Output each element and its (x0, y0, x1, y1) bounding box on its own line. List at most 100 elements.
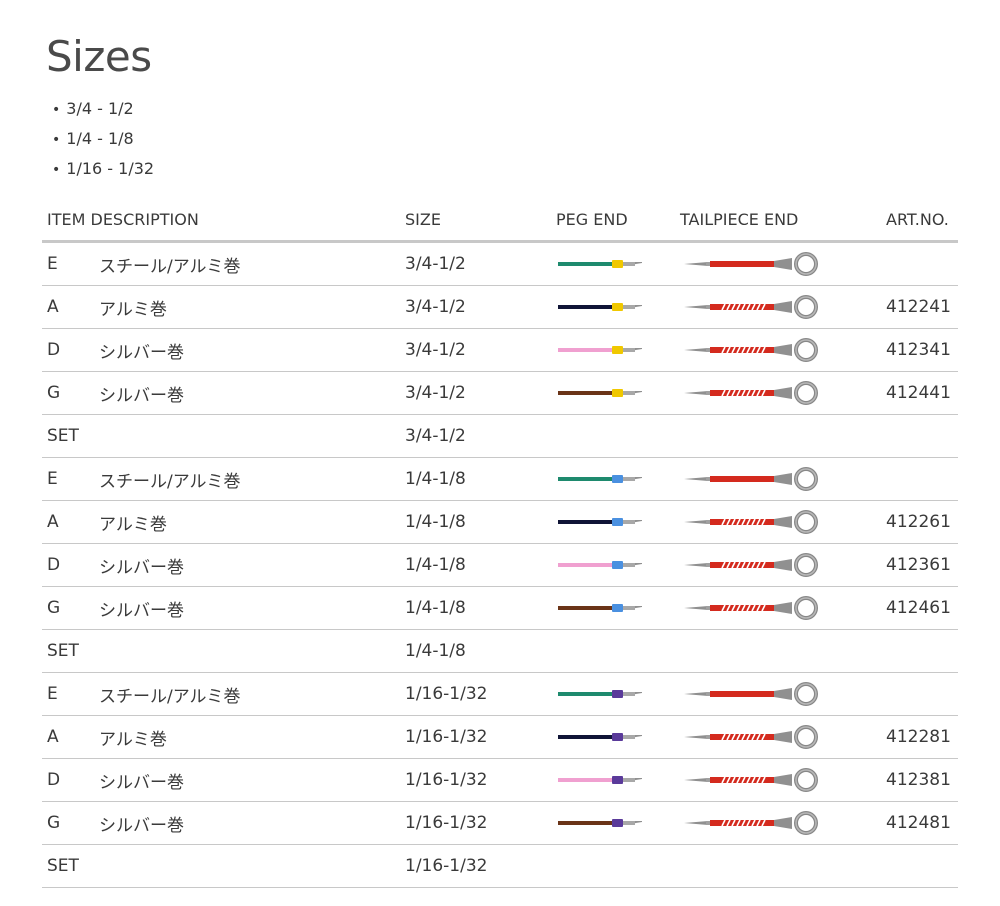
string-size: 1/4-1/8 (405, 555, 466, 575)
string-letter: G (47, 383, 61, 403)
art-number: 412461 (886, 598, 951, 618)
size-list-item: 3/4 - 1/2 (52, 98, 154, 128)
peg-end (556, 802, 646, 844)
peg-end (556, 286, 646, 328)
art-number: 412441 (886, 383, 951, 403)
table-row: E スチール/アルミ巻 1/16-1/32 (42, 673, 958, 716)
peg-end (556, 501, 646, 543)
peg-end (556, 243, 646, 285)
size-list-item: 1/16 - 1/32 (52, 158, 154, 188)
tailpiece-end-icon (684, 467, 818, 491)
tailpiece-end-icon (684, 295, 818, 319)
string-description: アルミ巻 (99, 514, 167, 535)
string-description: シルバー巻 (99, 600, 184, 621)
peg-end-icon (558, 475, 642, 483)
string-size: 1/4-1/8 (405, 512, 466, 532)
art-number: 412361 (886, 555, 951, 575)
string-letter: A (47, 297, 59, 317)
peg-end-icon (558, 389, 642, 397)
string-description: シルバー巻 (99, 385, 184, 406)
size-list-item: 1/4 - 1/8 (52, 128, 154, 158)
tailpiece-end-icon (684, 553, 818, 577)
peg-end-icon (558, 776, 642, 784)
peg-end-icon (558, 819, 642, 827)
tailpiece-end (682, 587, 832, 629)
table-row: D シルバー巻 1/16-1/32 412381 (42, 759, 958, 802)
string-size: 3/4-1/2 (405, 383, 466, 403)
table-row: D シルバー巻 3/4-1/2 412341 (42, 329, 958, 372)
table-row-set: SET 1/4-1/8 (42, 630, 958, 673)
peg-end (556, 458, 646, 500)
size-list: 3/4 - 1/2 1/4 - 1/8 1/16 - 1/32 (52, 98, 154, 188)
tailpiece-end-icon (684, 811, 818, 835)
string-letter: D (47, 555, 61, 575)
peg-end (556, 759, 646, 801)
art-number: 412381 (886, 770, 951, 790)
peg-end-icon (558, 260, 642, 268)
art-number: 412241 (886, 297, 951, 317)
string-size: 1/16-1/32 (405, 856, 488, 876)
page-title: Sizes (46, 32, 152, 81)
string-description: アルミ巻 (99, 299, 167, 320)
table-row-set: SET 3/4-1/2 (42, 415, 958, 458)
string-description: スチール/アルミ巻 (99, 256, 241, 277)
tailpiece-end-icon (684, 338, 818, 362)
string-letter: E (47, 469, 58, 489)
string-letter: A (47, 512, 59, 532)
table-body: E スチール/アルミ巻 3/4-1/2 A アルミ巻 3/4-1/2 412241 D シルバー… (42, 243, 958, 888)
peg-end-icon (558, 690, 642, 698)
tailpiece-end-icon (684, 768, 818, 792)
peg-end-icon (558, 346, 642, 354)
string-description: スチール/アルミ巻 (99, 686, 241, 707)
col-art-no: ART.NO. (886, 209, 949, 229)
string-letter: SET (47, 856, 79, 876)
string-size: 1/4-1/8 (405, 469, 466, 489)
string-description: シルバー巻 (99, 815, 184, 836)
tailpiece-end-icon (684, 596, 818, 620)
string-letter: A (47, 727, 59, 747)
peg-end (556, 329, 646, 371)
peg-end-icon (558, 604, 642, 612)
peg-end (556, 716, 646, 758)
tailpiece-end-icon (684, 682, 818, 706)
string-letter: E (47, 254, 58, 274)
peg-end (556, 587, 646, 629)
tailpiece-end (682, 458, 832, 500)
table-header: ITEM DESCRIPTION SIZE PEG END TAILPIECE … (42, 198, 958, 243)
peg-end-icon (558, 303, 642, 311)
tailpiece-end-icon (684, 381, 818, 405)
table-row-set: SET 1/16-1/32 (42, 845, 958, 888)
table-row: A アルミ巻 1/4-1/8 412261 (42, 501, 958, 544)
tailpiece-end (682, 759, 832, 801)
string-size: 1/4-1/8 (405, 641, 466, 661)
peg-end (556, 673, 646, 715)
col-tailpiece-end: TAILPIECE END (680, 209, 799, 229)
table-row: E スチール/アルミ巻 3/4-1/2 (42, 243, 958, 286)
col-size: SIZE (405, 209, 441, 229)
tailpiece-end (682, 501, 832, 543)
table-row: A アルミ巻 1/16-1/32 412281 (42, 716, 958, 759)
peg-end-icon (558, 518, 642, 526)
table-row: E スチール/アルミ巻 1/4-1/8 (42, 458, 958, 501)
tailpiece-end-icon (684, 252, 818, 276)
string-size: 1/16-1/32 (405, 727, 488, 747)
string-size: 3/4-1/2 (405, 340, 466, 360)
tailpiece-end (682, 802, 832, 844)
art-number: 412281 (886, 727, 951, 747)
string-letter: E (47, 684, 58, 704)
tailpiece-end (682, 716, 832, 758)
string-description: シルバー巻 (99, 342, 184, 363)
tailpiece-end (682, 372, 832, 414)
string-size: 3/4-1/2 (405, 426, 466, 446)
art-number: 412481 (886, 813, 951, 833)
string-letter: G (47, 598, 61, 618)
string-size: 1/16-1/32 (405, 770, 488, 790)
tailpiece-end (682, 673, 832, 715)
string-letter: SET (47, 641, 79, 661)
string-size: 3/4-1/2 (405, 297, 466, 317)
table-row: D シルバー巻 1/4-1/8 412361 (42, 544, 958, 587)
art-number: 412261 (886, 512, 951, 532)
string-letter: SET (47, 426, 79, 446)
tailpiece-end-icon (684, 725, 818, 749)
tailpiece-end (682, 329, 832, 371)
